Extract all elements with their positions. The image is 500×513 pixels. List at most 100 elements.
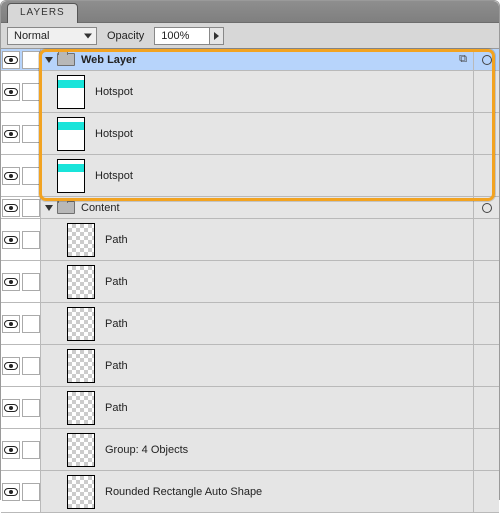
layer-item-hotspot[interactable]: Hotspot bbox=[1, 113, 499, 155]
row-controls bbox=[1, 429, 41, 470]
layer-item-path[interactable]: Path bbox=[1, 261, 499, 303]
layer-label: Hotspot bbox=[95, 86, 133, 98]
lock-toggle[interactable] bbox=[22, 231, 40, 249]
layer-label: Path bbox=[105, 318, 128, 330]
tab-layers[interactable]: LAYERS bbox=[7, 3, 78, 23]
folder-icon bbox=[57, 53, 75, 66]
layer-label: Path bbox=[105, 360, 128, 372]
eye-icon bbox=[4, 446, 18, 454]
visibility-toggle[interactable] bbox=[2, 315, 20, 333]
lock-toggle[interactable] bbox=[22, 399, 40, 417]
row-end bbox=[473, 429, 499, 470]
visibility-toggle[interactable] bbox=[2, 83, 20, 101]
visibility-toggle[interactable] bbox=[2, 273, 20, 291]
layer-thumbnail bbox=[67, 223, 95, 257]
opacity-stepper[interactable] bbox=[210, 27, 224, 45]
layer-item-group[interactable]: Group: 4 Objects bbox=[1, 429, 499, 471]
layer-label: Content bbox=[81, 202, 120, 214]
visibility-toggle[interactable] bbox=[2, 483, 20, 501]
disclosure-triangle-icon[interactable] bbox=[45, 205, 53, 211]
visibility-toggle[interactable] bbox=[2, 357, 20, 375]
layers-panel: LAYERS Normal Opacity 100% bbox=[0, 0, 500, 500]
layer-item-shape[interactable]: Rounded Rectangle Auto Shape bbox=[1, 471, 499, 513]
layer-label: Hotspot bbox=[95, 128, 133, 140]
row-body[interactable]: Hotspot bbox=[41, 71, 473, 112]
layer-label: Rounded Rectangle Auto Shape bbox=[105, 486, 262, 498]
layers-list: Web Layer ⧉ Hotspot bbox=[1, 49, 499, 513]
panel-tab-bar: LAYERS bbox=[1, 1, 499, 23]
layer-thumbnail bbox=[67, 307, 95, 341]
row-body[interactable]: Rounded Rectangle Auto Shape bbox=[41, 471, 473, 512]
visibility-toggle[interactable] bbox=[2, 199, 20, 217]
row-end bbox=[473, 71, 499, 112]
disclosure-triangle-icon[interactable] bbox=[45, 57, 53, 63]
layer-label: Path bbox=[105, 402, 128, 414]
row-controls bbox=[1, 303, 41, 344]
lock-toggle[interactable] bbox=[22, 51, 40, 69]
row-controls bbox=[1, 345, 41, 386]
row-body[interactable]: Path bbox=[41, 261, 473, 302]
row-controls bbox=[1, 155, 41, 196]
visibility-toggle[interactable] bbox=[2, 441, 20, 459]
layer-thumbnail bbox=[57, 117, 85, 151]
chevron-down-icon bbox=[84, 33, 92, 38]
layer-item-path[interactable]: Path bbox=[1, 387, 499, 429]
selection-indicator-icon[interactable] bbox=[482, 203, 492, 213]
row-end bbox=[473, 197, 499, 218]
visibility-toggle[interactable] bbox=[2, 167, 20, 185]
layer-item-path[interactable]: Path bbox=[1, 345, 499, 387]
layer-item-hotspot[interactable]: Hotspot bbox=[1, 155, 499, 197]
row-body[interactable]: Path bbox=[41, 303, 473, 344]
eye-icon bbox=[4, 56, 18, 64]
eye-icon bbox=[4, 204, 18, 212]
lock-toggle[interactable] bbox=[22, 273, 40, 291]
row-body[interactable]: Hotspot bbox=[41, 113, 473, 154]
row-body[interactable]: Content bbox=[41, 197, 473, 218]
layer-folder-content[interactable]: Content bbox=[1, 197, 499, 219]
row-controls bbox=[1, 471, 41, 512]
row-body[interactable]: Group: 4 Objects bbox=[41, 429, 473, 470]
share-icon: ⧉ bbox=[459, 53, 467, 66]
row-end bbox=[473, 113, 499, 154]
row-end bbox=[473, 155, 499, 196]
visibility-toggle[interactable] bbox=[2, 399, 20, 417]
row-body[interactable]: Web Layer ⧉ bbox=[41, 49, 473, 70]
layer-label: Group: 4 Objects bbox=[105, 444, 188, 456]
row-body[interactable]: Path bbox=[41, 387, 473, 428]
visibility-toggle[interactable] bbox=[2, 231, 20, 249]
layer-label: Path bbox=[105, 234, 128, 246]
lock-toggle[interactable] bbox=[22, 357, 40, 375]
layer-folder-web[interactable]: Web Layer ⧉ bbox=[1, 49, 499, 71]
row-body[interactable]: Hotspot bbox=[41, 155, 473, 196]
layer-thumbnail bbox=[67, 391, 95, 425]
row-body[interactable]: Path bbox=[41, 345, 473, 386]
layer-item-path[interactable]: Path bbox=[1, 303, 499, 345]
blend-mode-value: Normal bbox=[14, 30, 49, 42]
row-controls bbox=[1, 219, 41, 260]
row-controls bbox=[1, 387, 41, 428]
lock-toggle[interactable] bbox=[22, 441, 40, 459]
row-end bbox=[473, 345, 499, 386]
lock-toggle[interactable] bbox=[22, 315, 40, 333]
layer-label: Hotspot bbox=[95, 170, 133, 182]
lock-toggle[interactable] bbox=[22, 83, 40, 101]
layer-item-hotspot[interactable]: Hotspot bbox=[1, 71, 499, 113]
eye-icon bbox=[4, 404, 18, 412]
row-end bbox=[473, 387, 499, 428]
visibility-toggle[interactable] bbox=[2, 51, 20, 69]
lock-toggle[interactable] bbox=[22, 167, 40, 185]
lock-toggle[interactable] bbox=[22, 125, 40, 143]
blend-mode-dropdown[interactable]: Normal bbox=[7, 27, 97, 45]
layer-thumbnail bbox=[67, 475, 95, 509]
layer-label: Path bbox=[105, 276, 128, 288]
visibility-toggle[interactable] bbox=[2, 125, 20, 143]
lock-toggle[interactable] bbox=[22, 199, 40, 217]
layer-item-path[interactable]: Path bbox=[1, 219, 499, 261]
eye-icon bbox=[4, 362, 18, 370]
opacity-field[interactable]: 100% bbox=[154, 27, 210, 45]
lock-toggle[interactable] bbox=[22, 483, 40, 501]
selection-indicator-icon[interactable] bbox=[482, 55, 492, 65]
opacity-value: 100% bbox=[161, 30, 189, 42]
row-end bbox=[473, 261, 499, 302]
row-body[interactable]: Path bbox=[41, 219, 473, 260]
